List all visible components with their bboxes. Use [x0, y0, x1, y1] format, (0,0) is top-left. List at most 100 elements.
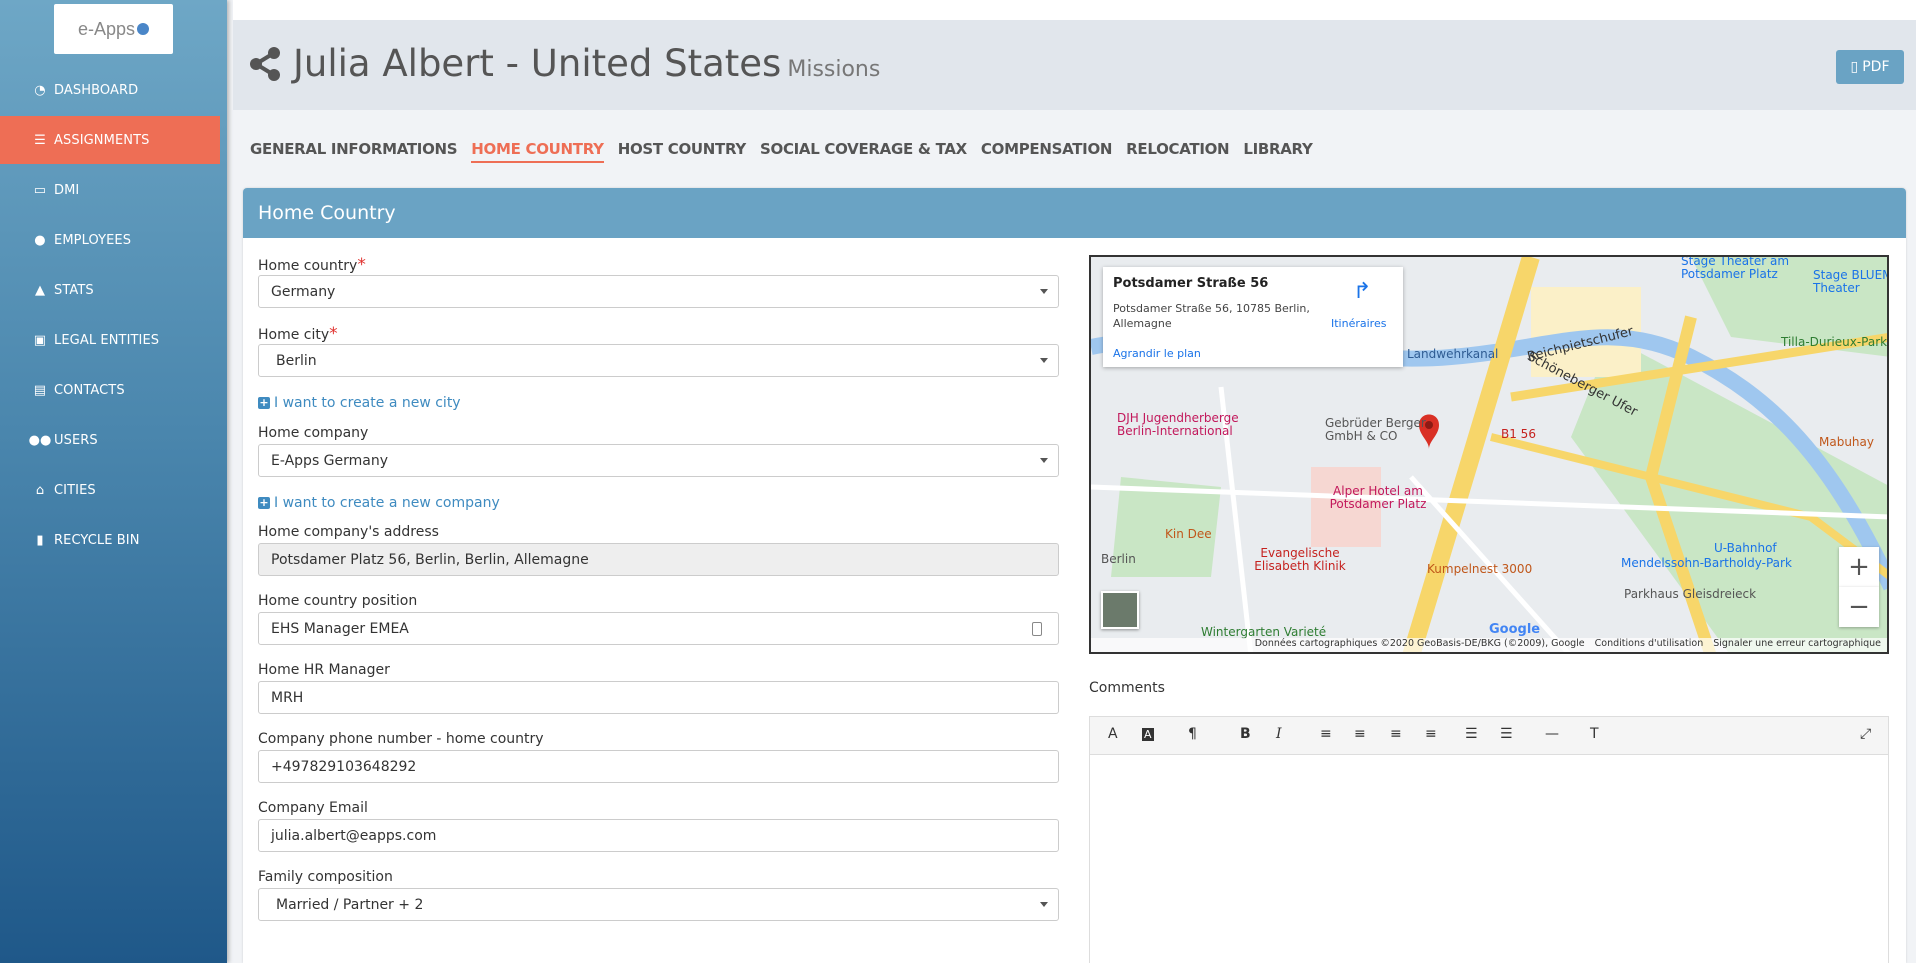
enlarge-map-link[interactable]: Agrandir le plan — [1113, 347, 1201, 360]
home-city-label-text: Home city — [258, 327, 330, 343]
page-subtitle: Missions — [787, 57, 881, 82]
map-poi-bluemaxx: Stage BLUEMAXX Theater — [1813, 268, 1887, 295]
zoom-out-button[interactable]: − — [1839, 587, 1879, 627]
home-company-select[interactable]: E-Apps Germany — [258, 444, 1059, 477]
fullscreen-icon[interactable]: ⤢ — [1860, 726, 1871, 742]
tab-library[interactable]: LIBRARY — [1243, 140, 1313, 163]
page-title: Julia Albert - United States Missions — [293, 42, 880, 85]
location-map[interactable]: Potsdamer Straße 56 Potsdamer Straße 56,… — [1089, 255, 1889, 654]
position-input[interactable]: EHS Manager EMEA — [258, 612, 1059, 645]
sidebar-item-label: USERS — [54, 432, 98, 448]
stats-icon: ▲ — [34, 282, 46, 298]
chevron-down-icon — [1040, 458, 1048, 463]
create-city-link[interactable]: + I want to create a new city — [258, 395, 461, 411]
hr-manager-label: Home HR Manager — [258, 662, 390, 678]
tab-host-country[interactable]: HOST COUNTRY — [618, 140, 747, 163]
pdf-button[interactable]: ▯ PDF — [1836, 50, 1904, 84]
home-country-label-text: Home country — [258, 258, 358, 274]
family-label: Family composition — [258, 869, 393, 885]
tab-general-informations[interactable]: GENERAL INFORMATIONS — [250, 140, 458, 163]
email-input[interactable]: julia.albert@eapps.com — [258, 819, 1059, 852]
create-company-link[interactable]: + I want to create a new company — [258, 495, 500, 511]
required-marker: * — [357, 255, 366, 275]
sidebar-item-legal-entities[interactable]: ▣ LEGAL ENTITIES — [0, 316, 220, 364]
chevron-down-icon — [1040, 289, 1048, 294]
bullet-list-icon[interactable]: ☰ — [1465, 726, 1478, 742]
sidebar-item-cities[interactable]: ⌂ CITIES — [0, 466, 220, 514]
sidebar-item-label: EMPLOYEES — [54, 232, 132, 248]
home-country-label: Home country* — [258, 255, 366, 275]
sidebar-item-label: STATS — [54, 282, 94, 298]
logo-text: e-Apps — [77, 18, 136, 39]
align-right-icon[interactable]: ≡ — [1390, 726, 1402, 742]
map-terms-link[interactable]: Conditions d'utilisation — [1595, 638, 1704, 649]
map-poi-tilla-durieux-park: Tilla-Durieux-Park — [1781, 335, 1888, 349]
map-label-berlin: Berlin — [1101, 552, 1136, 566]
google-logo: Google — [1489, 622, 1541, 637]
sidebar-item-label: RECYCLE BIN — [54, 532, 140, 548]
home-country-select[interactable]: Germany — [258, 275, 1059, 308]
sidebar-item-recycle-bin[interactable]: ▮ RECYCLE BIN — [0, 516, 220, 564]
home-country-value: Germany — [271, 283, 336, 300]
sidebar-item-contacts[interactable]: ▤ CONTACTS — [0, 366, 220, 414]
map-poi-mendelssohn-park: Mendelssohn-Bartholdy-Park — [1621, 556, 1792, 570]
map-attribution: Données cartographiques ©2020 GeoBasis-D… — [1254, 638, 1585, 649]
create-city-link-text: I want to create a new city — [274, 395, 461, 411]
sidebar-item-label: ASSIGNMENTS — [54, 132, 150, 148]
create-company-link-text: I want to create a new company — [274, 495, 500, 511]
paragraph-icon[interactable]: ¶ — [1188, 726, 1197, 742]
align-left-icon[interactable]: ≡ — [1320, 726, 1332, 742]
directions-link[interactable]: Itinéraires — [1331, 317, 1386, 330]
home-city-label: Home city* — [258, 324, 338, 344]
sidebar-item-label: CONTACTS — [54, 382, 125, 398]
home-city-value: Berlin — [276, 352, 317, 369]
family-select[interactable]: Married / Partner + 2 — [258, 888, 1059, 921]
editor-toolbar: A A ¶ B I ≡ ≡ ≡ ≡ ☰ ☰ — T ⤢ — [1090, 717, 1888, 755]
bold-icon[interactable]: B — [1240, 726, 1251, 742]
align-justify-icon[interactable]: ≡ — [1425, 726, 1437, 742]
tab-home-country[interactable]: HOME COUNTRY — [471, 140, 604, 163]
map-poi-kumpelnest: Kumpelnest 3000 — [1427, 562, 1533, 576]
hr-manager-input[interactable]: MRH — [258, 681, 1059, 714]
cities-icon: ⌂ — [35, 482, 45, 498]
numbered-list-icon[interactable]: ☰ — [1500, 726, 1513, 742]
home-city-select[interactable]: Berlin — [258, 344, 1059, 377]
clear-format-icon[interactable]: T — [1590, 726, 1599, 742]
family-value: Married / Partner + 2 — [276, 896, 424, 913]
sidebar-item-stats[interactable]: ▲ STATS — [0, 266, 220, 314]
map-info-window: Potsdamer Straße 56 Potsdamer Straße 56,… — [1103, 267, 1403, 367]
sidebar-item-dashboard[interactable]: ◔ DASHBOARD — [0, 66, 220, 114]
italic-icon[interactable]: I — [1276, 726, 1282, 742]
zoom-in-button[interactable]: + — [1839, 547, 1879, 587]
comments-label: Comments — [1089, 680, 1165, 696]
sidebar-item-assignments[interactable]: ☰ ASSIGNMENTS — [0, 116, 220, 164]
comments-editor[interactable]: A A ¶ B I ≡ ≡ ≡ ≡ ☰ ☰ — T ⤢ — [1089, 716, 1889, 963]
sidebar-item-label: DMI — [54, 182, 80, 198]
satellite-toggle[interactable] — [1101, 591, 1139, 629]
directions-icon[interactable]: ↱ — [1353, 279, 1371, 304]
map-poi-djh: DJH Jugendherberge Berlin-International — [1117, 411, 1239, 438]
horizontal-rule-icon[interactable]: — — [1545, 726, 1559, 742]
tab-relocation[interactable]: RELOCATION — [1126, 140, 1229, 163]
company-address-field: Potsdamer Platz 56, Berlin, Berlin, Alle… — [258, 543, 1059, 576]
map-poi-ubahnhof: U-Bahnhof — [1714, 541, 1777, 555]
sidebar-item-users[interactable]: ●● USERS — [0, 416, 220, 464]
users-icon: ●● — [28, 432, 52, 448]
tab-social-coverage-tax[interactable]: SOCIAL COVERAGE & TAX — [760, 140, 967, 163]
map-marker-label: B1 56 — [1501, 427, 1536, 441]
app-logo[interactable]: e-Apps — [54, 4, 173, 54]
map-poi-mabuhay: Mabuhay — [1819, 435, 1874, 449]
map-poi-wintergarten: Wintergarten Varieté — [1201, 625, 1327, 639]
map-report-link[interactable]: Signaler une erreur cartographique — [1713, 638, 1881, 649]
page-title-text: Julia Albert - United States — [293, 42, 782, 85]
sidebar-item-dmi[interactable]: ▭ DMI — [0, 166, 220, 214]
plus-square-icon: + — [258, 496, 270, 509]
tab-compensation[interactable]: COMPENSATION — [981, 140, 1113, 163]
phone-input[interactable]: +497829103648292 — [258, 750, 1059, 783]
map-poi-gebruder-berger: Gebrüder Berger GmbH & CO — [1325, 416, 1426, 443]
sidebar-item-employees[interactable]: ● EMPLOYEES — [0, 216, 220, 264]
required-marker: * — [329, 324, 338, 344]
align-center-icon[interactable]: ≡ — [1354, 726, 1366, 742]
font-color-icon[interactable]: A — [1108, 726, 1118, 742]
highlight-color-icon[interactable]: A — [1142, 728, 1154, 741]
